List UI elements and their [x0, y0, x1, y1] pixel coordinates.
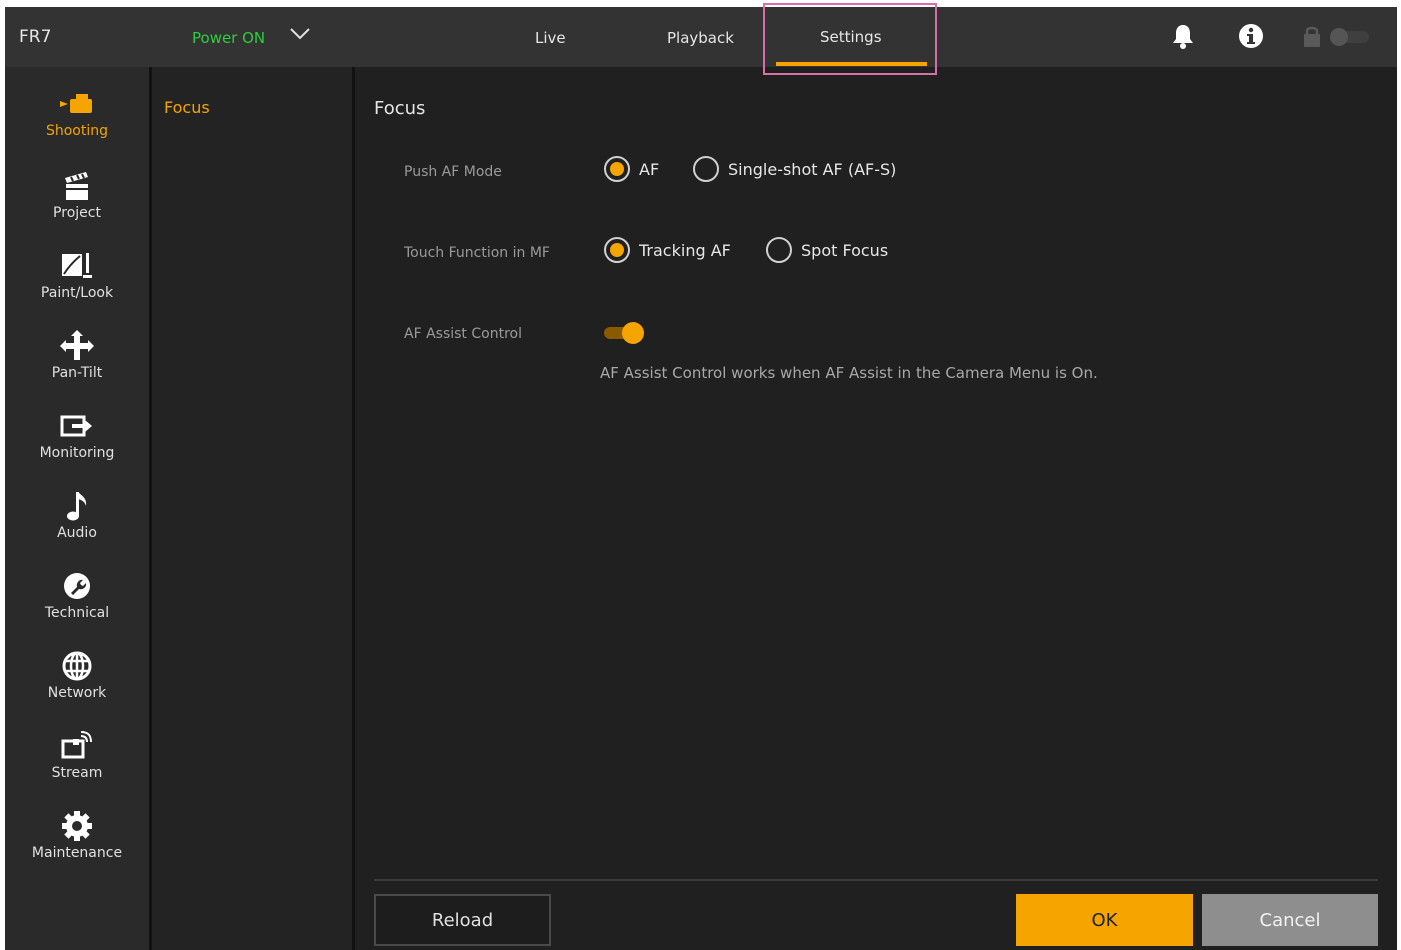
paint-icon	[57, 249, 97, 283]
monitor-output-icon	[57, 409, 97, 443]
radio-af-label[interactable]: AF	[639, 160, 659, 179]
gear-icon	[57, 809, 97, 843]
reload-button[interactable]: Reload	[374, 894, 551, 946]
lock-icon[interactable]	[1302, 24, 1322, 48]
nav-label-technical: Technical	[44, 605, 110, 621]
nav-item-shooting[interactable]: Shooting	[5, 87, 149, 165]
nav-item-project[interactable]: Project	[5, 167, 149, 245]
nav-label-paint-look: Paint/Look	[40, 285, 114, 301]
footer-divider	[374, 879, 1378, 881]
tab-playback[interactable]: Playback	[667, 29, 734, 47]
wrench-icon	[57, 569, 97, 603]
bell-icon[interactable]	[1171, 23, 1195, 49]
radio-spot-focus[interactable]: Spot Focus	[766, 237, 888, 263]
page-title: Focus	[374, 98, 426, 119]
radio-tracking-af-label[interactable]: Tracking AF	[639, 241, 731, 260]
radio-single-shot-af-label[interactable]: Single-shot AF (AF-S)	[728, 160, 896, 179]
nav-label-monitoring: Monitoring	[39, 445, 115, 461]
nav-label-maintenance: Maintenance	[31, 845, 123, 861]
radio-spot-focus-circle[interactable]	[766, 237, 792, 263]
tab-live[interactable]: Live	[535, 29, 566, 47]
tab-settings[interactable]: Settings	[820, 28, 882, 46]
toggle-icon[interactable]	[1327, 27, 1373, 47]
radio-spot-focus-label[interactable]: Spot Focus	[801, 241, 888, 260]
music-note-icon	[57, 489, 97, 523]
power-status[interactable]: Power ON	[192, 29, 265, 47]
settings-content: Focus Push AF Mode AF Single-shot AF (AF…	[355, 67, 1397, 950]
sub-nav: Focus	[152, 67, 352, 950]
clapperboard-icon	[57, 169, 97, 203]
radio-af[interactable]: AF	[604, 156, 659, 182]
nav-label-pan-tilt: Pan-Tilt	[51, 365, 103, 381]
af-assist-toggle[interactable]	[604, 321, 648, 345]
nav-item-pan-tilt[interactable]: Pan-Tilt	[5, 327, 149, 405]
radio-tracking-af[interactable]: Tracking AF	[604, 237, 731, 263]
af-assist-note: AF Assist Control works when AF Assist i…	[600, 364, 1098, 382]
radio-single-shot-af[interactable]: Single-shot AF (AF-S)	[693, 156, 896, 182]
nav-label-project: Project	[53, 205, 101, 221]
camera-icon	[57, 87, 97, 121]
af-assist-label: AF Assist Control	[404, 326, 522, 342]
ok-button[interactable]: OK	[1016, 894, 1193, 946]
model-name: FR7	[19, 27, 52, 47]
nav-item-monitoring[interactable]: Monitoring	[5, 407, 149, 485]
radio-single-shot-af-circle[interactable]	[693, 156, 719, 182]
top-bar: FR7 Power ON Live Playback Settings	[5, 7, 1397, 67]
touch-function-label: Touch Function in MF	[404, 245, 550, 261]
stream-icon	[57, 729, 97, 763]
subnav-item-focus[interactable]: Focus	[164, 98, 210, 117]
globe-icon	[57, 649, 97, 683]
push-af-mode-label: Push AF Mode	[404, 164, 502, 180]
radio-tracking-af-circle[interactable]	[604, 237, 630, 263]
nav-item-maintenance[interactable]: Maintenance	[5, 807, 149, 885]
nav-item-network[interactable]: Network	[5, 647, 149, 725]
chevron-down-icon[interactable]	[289, 27, 311, 41]
pan-tilt-icon	[57, 329, 97, 363]
nav-item-stream[interactable]: Stream	[5, 727, 149, 805]
nav-item-paint-look[interactable]: Paint/Look	[5, 247, 149, 325]
nav-label-network: Network	[47, 685, 107, 701]
nav-label-shooting: Shooting	[45, 123, 109, 139]
active-tab-indicator	[776, 62, 927, 66]
nav-label-audio: Audio	[57, 525, 97, 541]
radio-af-circle[interactable]	[604, 156, 630, 182]
info-icon[interactable]	[1238, 23, 1264, 49]
app-window: FR7 Power ON Live Playback Settings Shoo…	[5, 7, 1397, 950]
toggle-knob[interactable]	[622, 322, 644, 344]
left-nav: Shooting Project Paint/Look Pan-Tilt Mon…	[5, 67, 149, 950]
nav-item-audio[interactable]: Audio	[5, 487, 149, 565]
nav-label-stream: Stream	[51, 765, 103, 781]
cancel-button[interactable]: Cancel	[1202, 894, 1378, 946]
nav-item-technical[interactable]: Technical	[5, 567, 149, 645]
